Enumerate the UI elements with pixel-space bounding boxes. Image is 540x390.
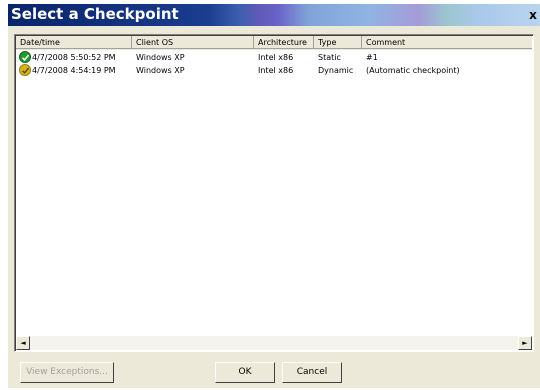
column-header-comment[interactable]: Comment — [362, 36, 532, 49]
cell-client-os: Windows XP — [136, 53, 185, 62]
window-title: Select a Checkpoint — [11, 5, 179, 23]
cell-architecture: Intel x86 — [258, 53, 294, 62]
column-header-client-os[interactable]: Client OS — [132, 36, 254, 49]
view-exceptions-button[interactable]: View Exceptions... — [20, 362, 114, 383]
title-bar[interactable]: Select a Checkpoint x — [8, 4, 540, 26]
cell-architecture: Intel x86 — [258, 66, 294, 75]
cell-comment: #1 — [366, 53, 378, 62]
ok-button[interactable]: OK — [215, 362, 275, 383]
cell-type: Dynamic — [318, 66, 354, 75]
table-row[interactable]: 4/7/2008 4:54:19 PM Windows XP Intel x86… — [16, 64, 532, 77]
cell-type: Static — [318, 53, 341, 62]
column-header-architecture[interactable]: Architecture — [254, 36, 314, 49]
checkpoint-dialog: Select a Checkpoint x Date/time Client O… — [8, 4, 540, 388]
scroll-right-icon[interactable]: ► — [518, 336, 532, 350]
cell-datetime: 4/7/2008 4:54:19 PM — [32, 66, 116, 75]
cancel-button[interactable]: Cancel — [282, 362, 342, 383]
cell-datetime: 4/7/2008 5:50:52 PM — [32, 53, 116, 62]
checkpoint-list[interactable]: Date/time Client OS Architecture Type Co… — [14, 34, 534, 352]
list-header: Date/time Client OS Architecture Type Co… — [16, 36, 532, 50]
cell-comment: (Automatic checkpoint) — [366, 66, 460, 75]
column-header-datetime[interactable]: Date/time — [16, 36, 132, 49]
horizontal-scrollbar[interactable]: ◄ ► — [16, 336, 532, 350]
check-icon — [19, 51, 31, 63]
warning-icon — [19, 64, 31, 76]
column-header-type[interactable]: Type — [314, 36, 362, 49]
table-row[interactable]: 4/7/2008 5:50:52 PM Windows XP Intel x86… — [16, 51, 532, 64]
scroll-left-icon[interactable]: ◄ — [16, 336, 30, 350]
cell-client-os: Windows XP — [136, 66, 185, 75]
close-button[interactable]: x — [526, 8, 540, 22]
